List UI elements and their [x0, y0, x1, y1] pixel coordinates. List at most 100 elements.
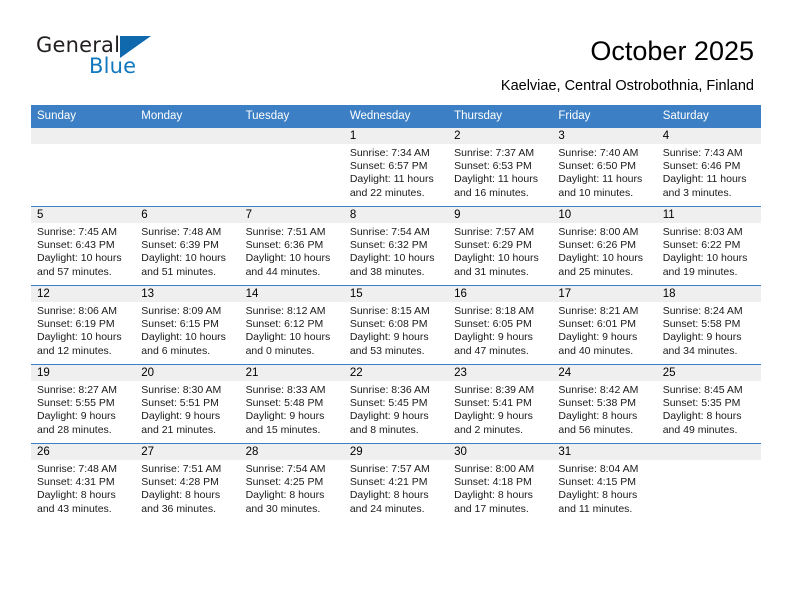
daylight-duration-line2: and 51 minutes. [141, 265, 216, 278]
sunset-time: Sunset: 5:48 PM [245, 397, 324, 410]
day-number: 26 [31, 444, 136, 460]
daylight-duration-line2: and 28 minutes. [37, 423, 112, 436]
daylight-duration-line1: Daylight: 9 hours [141, 410, 221, 423]
daylight-duration-line1: Daylight: 11 hours [454, 173, 538, 186]
sunset-time: Sunset: 6:08 PM [349, 318, 428, 331]
calendar-day-cell[interactable]: 3 Sunrise: 7:40 AM Sunset: 6:50 PM Daylight… [552, 128, 657, 207]
calendar-day-cell[interactable]: 10 Sunrise: 8:00 AM Sunset: 6:26 PM Dayligh… [552, 206, 657, 286]
day-details: Sunrise: 8:39 AM Sunset: 5:41 PM Daylight:… [448, 381, 552, 437]
calendar-day-cell[interactable]: 23 Sunrise: 8:39 AM Sunset: 5:41 PM Dayligh… [448, 364, 553, 444]
sunrise-time: Sunrise: 7:57 AM [454, 226, 535, 238]
day-number: 6 [135, 207, 240, 223]
daylight-duration-line1: Daylight: 8 hours [141, 489, 221, 502]
daylight-duration-line2: and 15 minutes. [245, 423, 321, 436]
calendar-day-cell[interactable]: 30 Sunrise: 8:00 AM Sunset: 4:18 PM Dayligh… [448, 443, 553, 522]
calendar-day-cell[interactable]: 11 Sunrise: 8:03 AM Sunset: 6:22 PM Dayligh… [656, 206, 761, 286]
day-number: 21 [239, 365, 344, 381]
calendar-week-row: 19 Sunrise: 8:27 AM Sunset: 5:55 PM Dayligh… [31, 364, 761, 444]
calendar-day-cell[interactable]: 16 Sunrise: 8:18 AM Sunset: 6:05 PM Dayligh… [448, 285, 553, 365]
weekday-header-tuesday: Tuesday [239, 105, 344, 128]
daylight-duration-line2: and 11 minutes. [558, 502, 633, 515]
calendar-day-cell[interactable]: 6 Sunrise: 7:48 AM Sunset: 6:39 PM Daylight… [135, 206, 240, 286]
logo-text-blue: Blue [89, 54, 137, 78]
calendar-day-cell[interactable]: 22 Sunrise: 8:36 AM Sunset: 5:45 PM Dayligh… [343, 364, 449, 444]
calendar-week-row: 1 Sunrise: 7:34 AM Sunset: 6:57 PM Daylight… [31, 128, 761, 207]
calendar-day-cell[interactable]: 31 Sunrise: 8:04 AM Sunset: 4:15 PM Dayligh… [552, 443, 657, 522]
day-number [31, 128, 136, 144]
calendar-day-cell[interactable]: 4 Sunrise: 7:43 AM Sunset: 6:46 PM Daylight… [656, 128, 761, 207]
daylight-duration-line2: and 53 minutes. [349, 344, 425, 357]
daylight-duration-line1: Daylight: 8 hours [558, 410, 638, 423]
sunrise-time: Sunrise: 7:51 AM [141, 463, 222, 475]
daylight-duration-line1: Daylight: 10 hours [349, 252, 435, 265]
daylight-duration-line1: Daylight: 9 hours [454, 410, 533, 423]
day-number: 30 [448, 444, 553, 460]
day-details: Sunrise: 7:48 AM Sunset: 4:31 PM Daylight:… [31, 460, 135, 516]
sunset-time: Sunset: 6:43 PM [37, 239, 115, 252]
sunrise-time: Sunrise: 8:15 AM [349, 305, 430, 317]
sunset-time: Sunset: 6:32 PM [349, 239, 428, 252]
day-number [135, 128, 240, 144]
calendar-week-row: 12 Sunrise: 8:06 AM Sunset: 6:19 PM Dayligh… [31, 285, 761, 365]
day-details: Sunrise: 7:43 AM Sunset: 6:46 PM Daylight:… [657, 144, 761, 200]
sunset-time: Sunset: 6:29 PM [454, 239, 532, 252]
day-details: Sunrise: 7:51 AM Sunset: 4:28 PM Daylight:… [135, 460, 239, 516]
calendar-day-cell[interactable]: 14 Sunrise: 8:12 AM Sunset: 6:12 PM Dayligh… [239, 285, 344, 365]
daylight-duration-line2: and 6 minutes. [141, 344, 211, 357]
daylight-duration-line1: Daylight: 10 hours [245, 331, 331, 344]
daylight-duration-line2: and 57 minutes. [37, 265, 112, 278]
sunset-time: Sunset: 6:01 PM [558, 318, 637, 331]
calendar-day-cell[interactable]: 19 Sunrise: 8:27 AM Sunset: 5:55 PM Dayligh… [31, 364, 136, 444]
day-number: 31 [552, 444, 657, 460]
calendar-day-cell[interactable]: 26 Sunrise: 7:48 AM Sunset: 4:31 PM Dayligh… [31, 443, 136, 522]
calendar-day-cell[interactable]: 20 Sunrise: 8:30 AM Sunset: 5:51 PM Dayligh… [135, 364, 240, 444]
calendar-day-cell[interactable]: 17 Sunrise: 8:21 AM Sunset: 6:01 PM Dayligh… [552, 285, 657, 365]
sunset-time: Sunset: 6:12 PM [245, 318, 324, 331]
sunset-time: Sunset: 6:39 PM [141, 239, 219, 252]
calendar-day-cell[interactable]: 29 Sunrise: 7:57 AM Sunset: 4:21 PM Dayligh… [343, 443, 449, 522]
sunset-time: Sunset: 6:36 PM [245, 239, 324, 252]
daylight-duration-line2: and 40 minutes. [558, 344, 634, 357]
day-number: 13 [135, 286, 240, 302]
sunrise-time: Sunrise: 8:39 AM [454, 384, 535, 396]
calendar-day-cell[interactable]: 13 Sunrise: 8:09 AM Sunset: 6:15 PM Dayligh… [135, 285, 240, 365]
day-number [656, 444, 761, 460]
calendar-day-cell[interactable]: 27 Sunrise: 7:51 AM Sunset: 4:28 PM Dayligh… [135, 443, 240, 522]
sunrise-time: Sunrise: 8:18 AM [454, 305, 535, 317]
calendar-day-cell[interactable]: 5 Sunrise: 7:45 AM Sunset: 6:43 PM Daylight… [31, 206, 136, 286]
day-number: 23 [448, 365, 553, 381]
day-details: Sunrise: 7:54 AM Sunset: 4:25 PM Daylight:… [240, 460, 344, 516]
daylight-duration-line2: and 44 minutes. [245, 265, 321, 278]
calendar-day-cell[interactable]: 2 Sunrise: 7:37 AM Sunset: 6:53 PM Daylight… [448, 128, 553, 207]
daylight-duration-line1: Daylight: 11 hours [349, 173, 434, 186]
calendar-day-cell[interactable]: 7 Sunrise: 7:51 AM Sunset: 6:36 PM Daylight… [239, 206, 344, 286]
day-details: Sunrise: 8:33 AM Sunset: 5:48 PM Daylight:… [240, 381, 344, 437]
calendar-day-cell[interactable]: 21 Sunrise: 8:33 AM Sunset: 5:48 PM Dayligh… [239, 364, 344, 444]
daylight-duration-line1: Daylight: 10 hours [662, 252, 748, 265]
daylight-duration-line2: and 34 minutes. [662, 344, 738, 357]
calendar-day-cell[interactable]: 12 Sunrise: 8:06 AM Sunset: 6:19 PM Dayligh… [31, 285, 136, 365]
sunrise-time: Sunrise: 8:45 AM [662, 384, 743, 396]
calendar-day-cell[interactable]: 18 Sunrise: 8:24 AM Sunset: 5:58 PM Dayligh… [656, 285, 761, 365]
daylight-duration-line1: Daylight: 9 hours [37, 410, 116, 423]
daylight-duration-line2: and 3 minutes. [662, 186, 732, 199]
sunset-time: Sunset: 4:21 PM [349, 476, 428, 489]
calendar-day-cell[interactable]: 24 Sunrise: 8:42 AM Sunset: 5:38 PM Dayligh… [552, 364, 657, 444]
weekday-header-thursday: Thursday [448, 105, 553, 128]
daylight-duration-line2: and 16 minutes. [454, 186, 529, 199]
sunrise-time: Sunrise: 8:27 AM [37, 384, 117, 396]
sunrise-time: Sunrise: 8:04 AM [558, 463, 639, 475]
calendar-day-cell[interactable]: 25 Sunrise: 8:45 AM Sunset: 5:35 PM Dayligh… [656, 364, 761, 444]
calendar-day-cell[interactable]: 28 Sunrise: 7:54 AM Sunset: 4:25 PM Dayligh… [239, 443, 344, 522]
calendar-day-cell[interactable]: 15 Sunrise: 8:15 AM Sunset: 6:08 PM Dayligh… [343, 285, 449, 365]
daylight-duration-line2: and 8 minutes. [349, 423, 419, 436]
calendar-day-cell[interactable]: 8 Sunrise: 7:54 AM Sunset: 6:32 PM Daylight… [343, 206, 449, 286]
sunset-time: Sunset: 6:26 PM [558, 239, 637, 252]
calendar-body: 1 Sunrise: 7:34 AM Sunset: 6:57 PM Daylight… [31, 128, 761, 522]
daylight-duration-line1: Daylight: 11 hours [558, 173, 643, 186]
calendar-day-cell[interactable]: 1 Sunrise: 7:34 AM Sunset: 6:57 PM Daylight… [343, 128, 449, 207]
calendar-day-cell[interactable]: 9 Sunrise: 7:57 AM Sunset: 6:29 PM Daylight… [448, 206, 553, 286]
sunset-time: Sunset: 5:51 PM [141, 397, 219, 410]
generalblue-logo[interactable]: General Blue [36, 33, 246, 85]
sunrise-time: Sunrise: 7:51 AM [245, 226, 326, 238]
